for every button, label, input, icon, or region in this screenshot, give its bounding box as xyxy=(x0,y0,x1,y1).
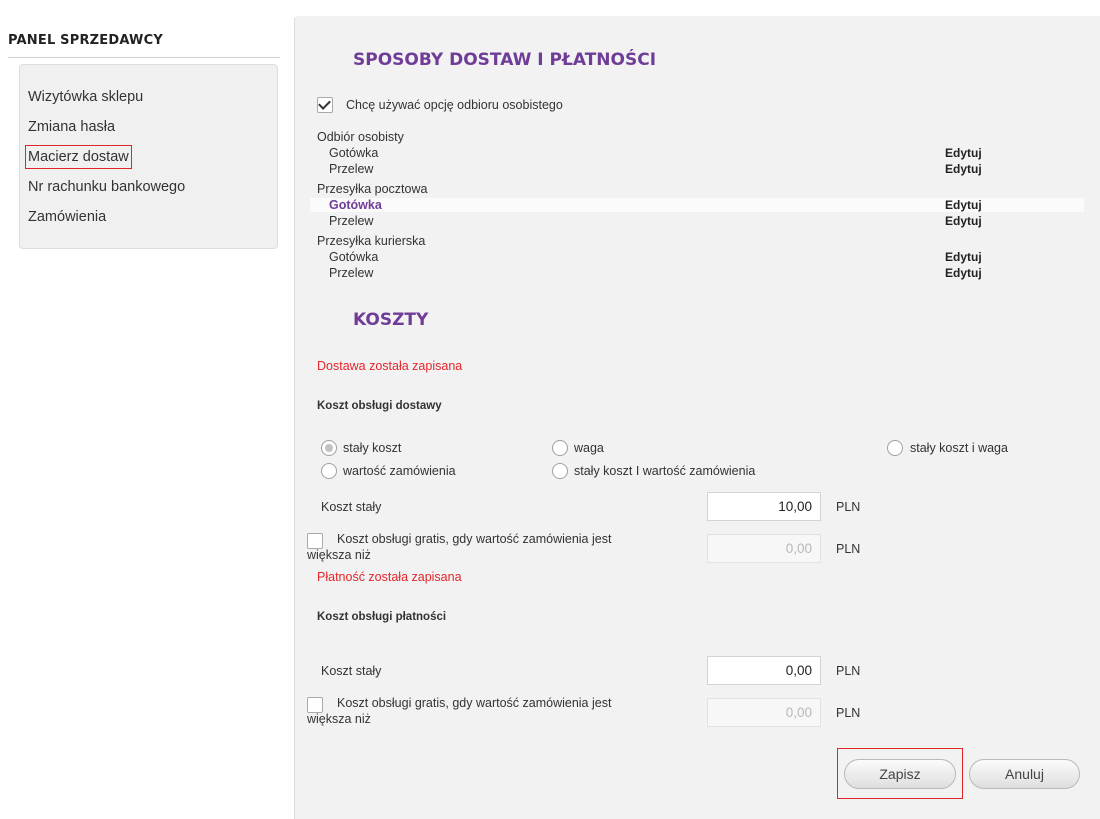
edit-link[interactable]: Edytuj xyxy=(945,146,982,160)
delivery-free-label-line1: Koszt obsługi gratis, gdy wartość zamówi… xyxy=(337,532,612,546)
delivery-cost-heading: Koszt obsługi dostawy xyxy=(317,400,442,412)
sidebar-item-shop-card[interactable]: Wizytówka sklepu xyxy=(26,86,145,108)
delivery-section-title: SPOSOBY DOSTAW I PŁATNOŚCI xyxy=(353,50,657,70)
delivery-fixed-cost-label: Koszt stały xyxy=(321,500,382,514)
method-cash: Gotówka xyxy=(329,146,379,160)
method-cash: Gotówka xyxy=(329,250,379,264)
radio-weight-label: waga xyxy=(574,441,604,455)
delivery-free-checkbox[interactable] xyxy=(307,533,323,549)
save-button[interactable]: Zapisz xyxy=(844,759,956,789)
radio-fixed-cost[interactable] xyxy=(321,440,337,456)
group-postal: Przesyłka pocztowa xyxy=(317,182,428,196)
costs-section-title: KOSZTY xyxy=(353,310,429,330)
edit-link[interactable]: Edytuj xyxy=(945,250,982,264)
delivery-free-label-line2: większa niż xyxy=(307,548,371,562)
currency-label: PLN xyxy=(836,706,861,720)
payment-free-label-line1: Koszt obsługi gratis, gdy wartość zamówi… xyxy=(337,696,612,710)
radio-fixed-cost-label: stały koszt xyxy=(343,441,402,455)
sidebar-item-delivery-matrix[interactable]: Macierz dostaw xyxy=(25,145,132,169)
delivery-saved-message: Dostawa została zapisana xyxy=(317,359,463,373)
radio-fixed-weight[interactable] xyxy=(887,440,903,456)
checkmark-icon xyxy=(318,97,331,110)
payment-fixed-cost-label: Koszt stały xyxy=(321,664,382,678)
payment-saved-message: Płatność została zapisana xyxy=(317,570,462,584)
edit-link[interactable]: Edytuj xyxy=(945,266,982,280)
method-transfer: Przelew xyxy=(329,162,374,176)
currency-label: PLN xyxy=(836,500,861,514)
edit-link[interactable]: Edytuj xyxy=(945,214,982,228)
payment-fixed-cost-input[interactable]: 0,00 xyxy=(707,656,821,685)
payment-free-checkbox[interactable] xyxy=(307,697,323,713)
method-transfer: Przelew xyxy=(329,266,374,280)
cancel-button[interactable]: Anuluj xyxy=(969,759,1080,789)
sidebar-item-orders[interactable]: Zamówienia xyxy=(26,206,108,228)
sidebar-item-bank-account[interactable]: Nr rachunku bankowego xyxy=(26,176,187,198)
currency-label: PLN xyxy=(836,664,861,678)
currency-label: PLN xyxy=(836,542,861,556)
method-cash: Gotówka xyxy=(329,198,382,212)
method-transfer: Przelew xyxy=(329,214,374,228)
edit-link[interactable]: Edytuj xyxy=(945,198,982,212)
radio-fixed-order-value-label: stały koszt I wartość zamówienia xyxy=(574,464,756,478)
pickup-checkbox[interactable] xyxy=(317,97,333,113)
payment-free-threshold-input[interactable]: 0,00 xyxy=(707,698,821,727)
delivery-fixed-cost-input[interactable]: 10,00 xyxy=(707,492,821,521)
radio-weight[interactable] xyxy=(552,440,568,456)
pickup-checkbox-label: Chcę używać opcję odbioru osobistego xyxy=(346,98,563,112)
sidebar-title: PANEL SPRZEDAWCY xyxy=(8,33,280,58)
payment-cost-heading: Koszt obsługi płatności xyxy=(317,611,447,623)
radio-order-value-label: wartość zamówienia xyxy=(343,464,456,478)
radio-fixed-order-value[interactable] xyxy=(552,463,568,479)
radio-order-value[interactable] xyxy=(321,463,337,479)
radio-fixed-weight-label: stały koszt i waga xyxy=(910,441,1008,455)
group-courier: Przesyłka kurierska xyxy=(317,234,426,248)
payment-free-label-line2: większa niż xyxy=(307,712,371,726)
edit-link[interactable]: Edytuj xyxy=(945,162,982,176)
sidebar-item-change-password[interactable]: Zmiana hasła xyxy=(26,116,117,138)
group-personal-pickup: Odbiór osobisty xyxy=(317,130,404,144)
delivery-free-threshold-input[interactable]: 0,00 xyxy=(707,534,821,563)
